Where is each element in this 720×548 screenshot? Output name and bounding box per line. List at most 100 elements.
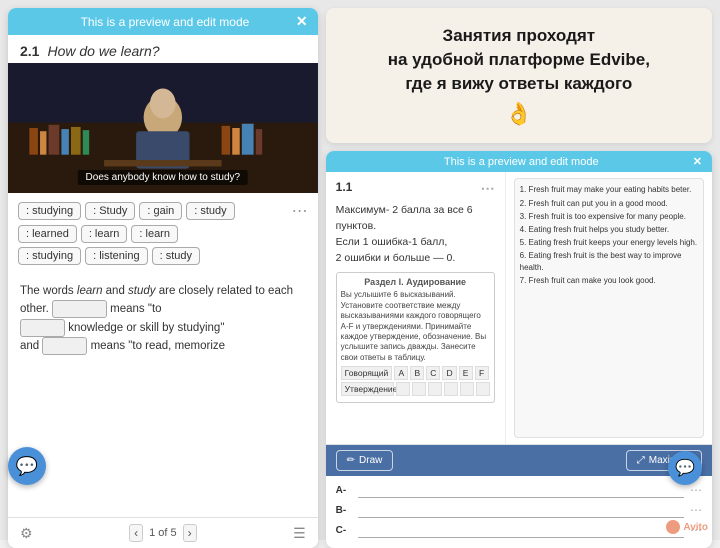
chips-row-2: : learned : learn : learn [18, 225, 308, 243]
answer-label-c: C- [336, 525, 352, 536]
blank-1[interactable] [52, 300, 107, 318]
edu-table-area: Раздел I. Аудирование Вы услышите 6 выск… [336, 272, 495, 403]
banner-content: Занятия проходят на удобной платформе Ed… [388, 24, 650, 127]
blank-3[interactable] [42, 337, 87, 355]
word-learn: learn [77, 285, 103, 297]
edu-cell-утверждение: Утверждение [341, 382, 394, 396]
edu-instructions: Вы услышите 6 высказываний. Установите с… [341, 290, 490, 363]
edu-answers: A- ⋯ B- ⋯ C- ⋯ [326, 476, 712, 548]
chip-studying2[interactable]: : studying [18, 247, 81, 265]
edu-ans-a [396, 382, 410, 396]
banner-line1: Занятия проходят [443, 26, 596, 45]
edu-ans-e [460, 382, 474, 396]
edu-cell-b: B [410, 366, 424, 380]
edu-ans-d [444, 382, 458, 396]
edu-ans-f [476, 382, 490, 396]
answer-row-c: C- ⋯ [336, 522, 702, 538]
nav-prev-arrow[interactable]: ‹ [129, 524, 143, 542]
maximize-icon: ⤢ [637, 455, 645, 466]
section-number: 2.1 [20, 43, 39, 59]
edu-section-dots[interactable]: ⋯ [481, 180, 495, 197]
draw-icon: ✏ [347, 455, 355, 466]
edu-score-text: Максимум- 2 балла за все 6 пунктов. Если… [336, 203, 495, 266]
score-line4: 2 ошибки и больше — 0. [336, 252, 456, 264]
avito-watermark: Avito [666, 520, 708, 534]
edu-preview-bar: This is a preview and edit mode ✕ [326, 151, 712, 172]
answer-input-b[interactable] [358, 502, 684, 518]
edu-cell-e: E [459, 366, 473, 380]
chip-study1[interactable]: : Study [85, 202, 135, 220]
edu-cell-a: A [394, 366, 408, 380]
edu-cell-d: D [442, 366, 456, 380]
draw-button[interactable]: ✏ Draw [336, 450, 394, 471]
chip-learn1[interactable]: : learn [81, 225, 128, 243]
edu-item-1: 1. Fresh fruit may make your eating habi… [520, 184, 698, 195]
chip-studying1[interactable]: : studying [18, 202, 81, 220]
edu-item-4: 4. Eating fresh fruit helps you study be… [520, 224, 698, 235]
chips-row-3: : studying : listening : study [18, 247, 308, 265]
chip-gain[interactable]: : gain [139, 202, 182, 220]
edu-cell-c: C [426, 366, 440, 380]
edu-table-row-2: Утверждение [341, 382, 490, 396]
edu-table-row: Говорящий A B C D E F [341, 366, 490, 380]
edu-content: 1.1 ⋯ Максимум- 2 балла за все 6 пунктов… [326, 172, 712, 444]
draw-label: Draw [359, 455, 382, 466]
main-container: This is a preview and edit mode ✕ 2.1 Ho… [0, 0, 720, 540]
blank-2[interactable] [20, 319, 65, 337]
answer-input-a[interactable] [358, 482, 684, 498]
edu-item-5: 5. Eating fresh fruit keeps your energy … [520, 237, 698, 248]
avito-text: Avito [683, 522, 708, 533]
text-paragraph-3: and means "to read, memorize [20, 337, 306, 355]
answer-label-a: A- [336, 485, 352, 496]
chip-listening[interactable]: : listening [85, 247, 147, 265]
edu-right: 1. Fresh fruit may make your eating habi… [506, 172, 712, 444]
chip-study2[interactable]: : study [186, 202, 234, 220]
chip-learned[interactable]: : learned [18, 225, 77, 243]
right-banner: Занятия проходят на удобной платформе Ed… [326, 8, 712, 143]
banner-text: Занятия проходят на удобной платформе Ed… [388, 24, 650, 95]
edu-ans-b [412, 382, 426, 396]
left-preview-bar: This is a preview and edit mode ✕ [8, 8, 318, 35]
answer-dots-a[interactable]: ⋯ [690, 483, 702, 497]
edu-ans-c [428, 382, 442, 396]
score-line3: Если 1 ошибка-1 балл, [336, 236, 448, 248]
right-panel: Занятия проходят на удобной платформе Ed… [326, 8, 712, 548]
answer-input-c[interactable] [358, 522, 684, 538]
answer-label-b: B- [336, 505, 352, 516]
text-paragraph-2: knowledge or skill by studying" [20, 319, 306, 337]
edu-cell-f: F [475, 366, 489, 380]
nav-settings-icon[interactable]: ⚙ [20, 525, 33, 542]
edu-num: 1.1 [336, 180, 353, 194]
nav-next-arrow[interactable]: › [183, 524, 197, 542]
banner-line3: где я вижу ответы каждого [405, 74, 632, 93]
edu-item-7: 7. Fresh fruit can make you look good. [520, 275, 698, 286]
edu-item-3: 3. Fresh fruit is too expensive for many… [520, 211, 698, 222]
edu-item-6: 6. Eating fresh fruit is the best way to… [520, 250, 698, 272]
edu-section-num: 1.1 ⋯ [336, 180, 495, 197]
edu-listening-area: 1. Fresh fruit may make your eating habi… [514, 178, 704, 438]
video-subtitle: Does anybody know how to study? [78, 170, 249, 185]
edu-close-icon[interactable]: ✕ [693, 155, 702, 168]
answer-dots-b[interactable]: ⋯ [690, 503, 702, 517]
text-paragraph-1: The words learn and study are closely re… [20, 283, 306, 319]
chat-bubble-left[interactable]: 💬 [8, 447, 46, 485]
bottom-nav: ⚙ ‹ 1 of 5 › ☰ [8, 517, 318, 548]
score-line2: пунктов. [336, 220, 376, 232]
banner-line2: на удобной платформе Edvibe, [388, 50, 650, 69]
score-line1: Максимум- 2 балла за все 6 [336, 204, 473, 216]
chip-learn2[interactable]: : learn [131, 225, 178, 243]
left-close-icon[interactable]: ✕ [296, 13, 308, 30]
nav-list-icon[interactable]: ☰ [293, 525, 306, 542]
word-chips-area: : studying : Study : gain : study ⋯ : le… [8, 193, 318, 277]
chat-bubble-right[interactable]: 💬 [668, 451, 702, 485]
chip-study3[interactable]: : study [152, 247, 200, 265]
nav-page-indicator: 1 of 5 [149, 527, 177, 539]
edu-cell-говорящий: Говорящий [341, 366, 393, 380]
edu-section-title: Раздел I. Аудирование [341, 277, 490, 287]
left-preview-text: This is a preview and edit mode [34, 15, 296, 29]
chips-more-icon[interactable]: ⋯ [292, 201, 308, 221]
nav-pages: ‹ 1 of 5 › [129, 524, 197, 542]
avito-circle [666, 520, 680, 534]
video-area[interactable]: Does anybody know how to study? [8, 63, 318, 193]
section-title: How do we learn? [47, 43, 159, 59]
